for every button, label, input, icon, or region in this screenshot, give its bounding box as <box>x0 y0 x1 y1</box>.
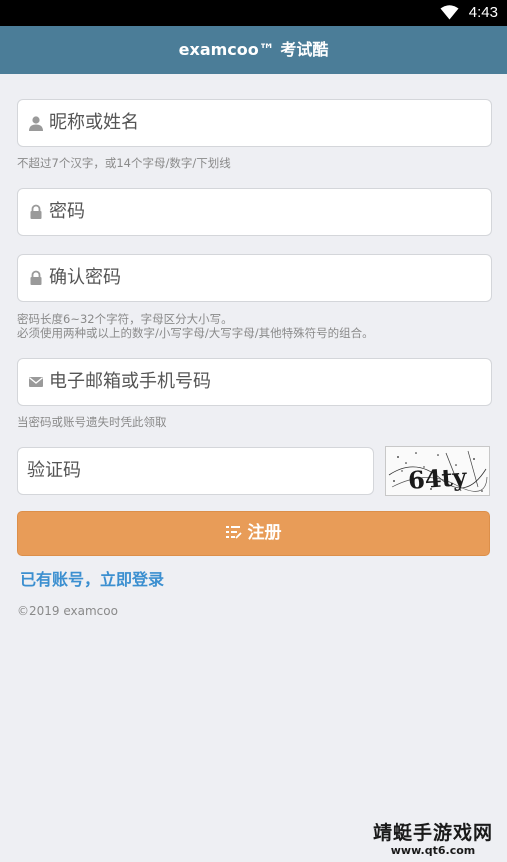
captcha-image[interactable]: 64ty <box>385 446 490 496</box>
user-icon <box>29 116 43 131</box>
contact-hint: 当密码或账号遗失时凭此领取 <box>17 415 167 429</box>
status-bar: 4:43 <box>0 0 507 26</box>
register-icon <box>225 525 242 539</box>
app-header: examcoo™ 考试酷 <box>0 26 507 74</box>
register-label: 注册 <box>247 523 282 543</box>
wifi-icon <box>440 5 459 20</box>
lock-icon <box>30 204 42 219</box>
copyright: ©2019 examcoo <box>17 604 118 618</box>
register-button[interactable]: 注册 <box>17 511 490 556</box>
password-rule-hint: 密码长度6~32个字符，字母区分大小写。 必须使用两种或以上的数字/小写字母/大… <box>17 312 374 340</box>
contact-placeholder: 电子邮箱或手机号码 <box>49 371 211 392</box>
login-link[interactable]: 已有账号，立即登录 <box>20 568 164 592</box>
password-rule-line-2: 必须使用两种或以上的数字/小写字母/大写字母/其他特殊符号的组合。 <box>17 326 374 340</box>
app-title: examcoo™ 考试酷 <box>178 40 329 59</box>
captcha-input[interactable]: 验证码 <box>17 447 374 495</box>
watermark-title: 靖蜓手游戏网 <box>372 822 493 844</box>
password-input[interactable]: 密码 <box>17 188 492 236</box>
nickname-hint: 不超过7个汉字，或14个字母/数字/下划线 <box>17 156 231 170</box>
confirm-password-input[interactable]: 确认密码 <box>17 254 492 302</box>
nickname-input[interactable]: 昵称或姓名 <box>17 99 492 147</box>
confirm-password-placeholder: 确认密码 <box>49 267 121 288</box>
captcha-image-graphic: 64ty <box>388 450 488 495</box>
captcha-placeholder: 验证码 <box>27 460 81 481</box>
password-rule-line-1: 密码长度6~32个字符，字母区分大小写。 <box>17 312 233 326</box>
envelope-icon <box>29 377 43 387</box>
nickname-placeholder: 昵称或姓名 <box>49 112 139 133</box>
contact-input[interactable]: 电子邮箱或手机号码 <box>17 358 492 406</box>
captcha-text: 64ty <box>407 462 468 495</box>
status-time: 4:43 <box>468 4 498 21</box>
password-placeholder: 密码 <box>49 201 85 222</box>
lock-icon <box>30 270 42 285</box>
watermark-logo: 靖蜓手游戏网 www.qt6.com <box>368 822 498 858</box>
watermark-url: www.qt6.com <box>390 844 476 857</box>
